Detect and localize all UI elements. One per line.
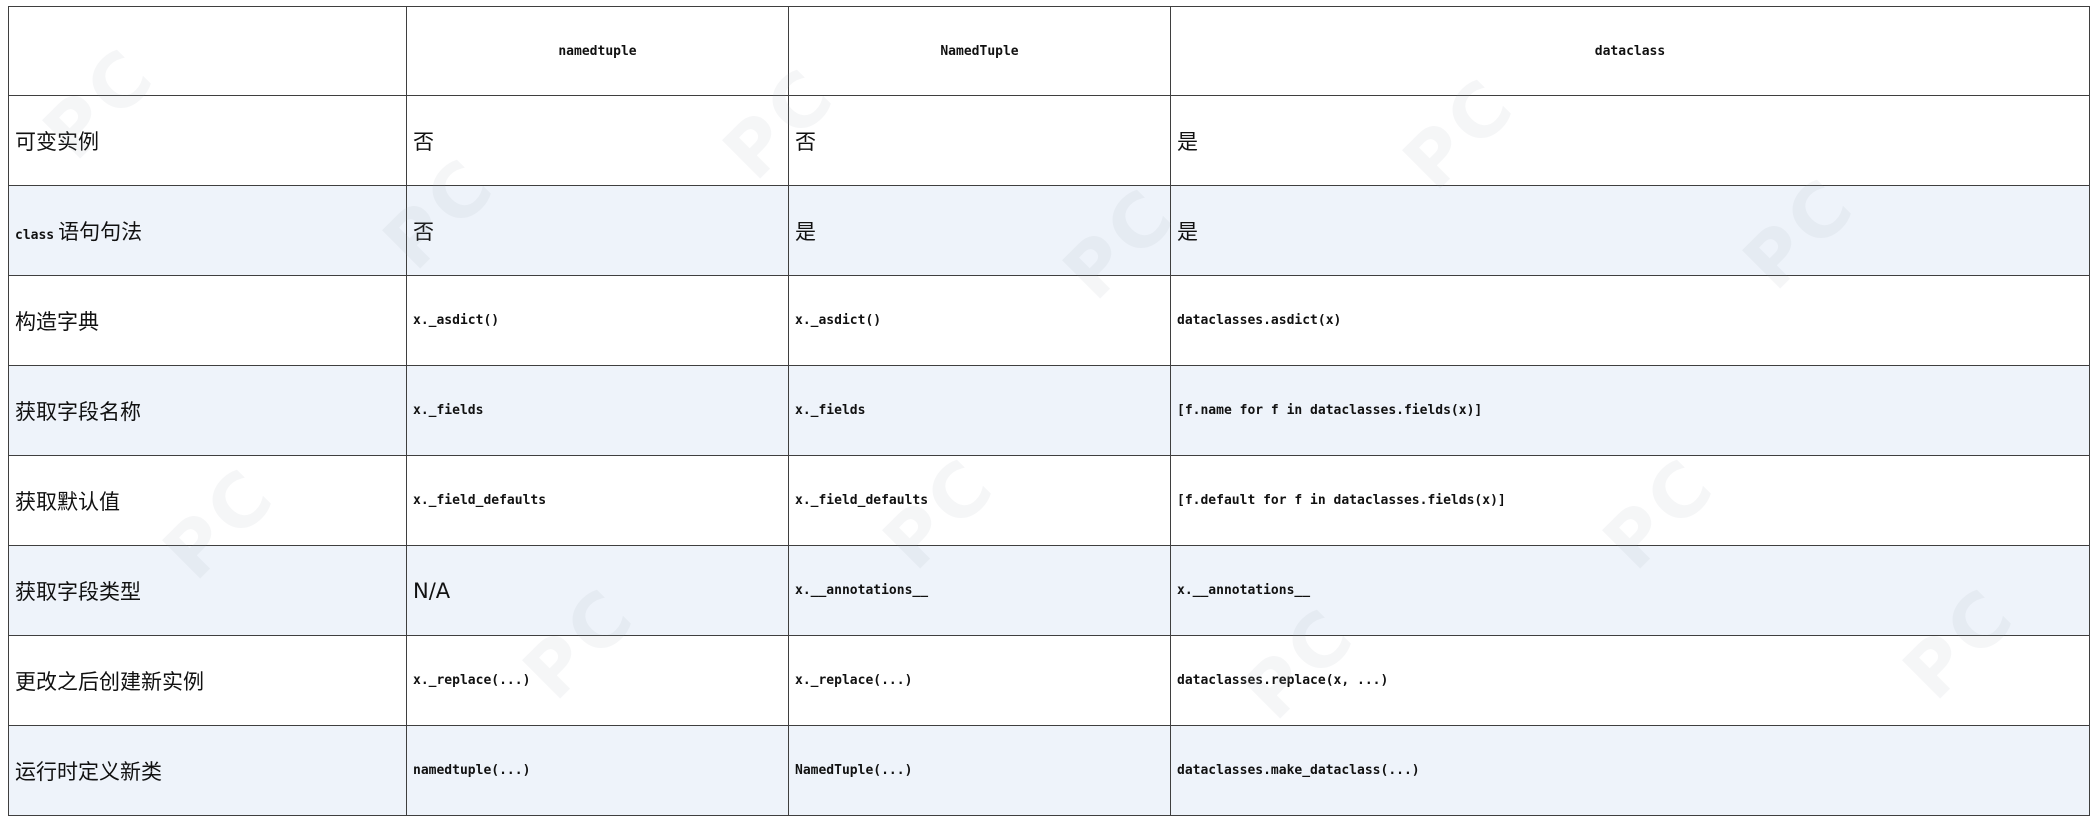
dataclass-cell: 是 (1170, 185, 2090, 276)
header-NamedTuple: NamedTuple (788, 6, 1171, 96)
NamedTuple-cell: x._replace(...) (788, 635, 1171, 726)
feature-text: 语句句法 (58, 219, 143, 244)
NamedTuple-cell: x.__annotations__ (788, 545, 1171, 636)
NamedTuple-cell: NamedTuple(...) (788, 725, 1171, 816)
feature-cell: 获取字段类型 (8, 545, 407, 636)
namedtuple-cell: 否 (406, 95, 789, 186)
feature-code: class (15, 227, 55, 243)
table-row: 获取字段名称 x._fields x._fields [f.name for f… (8, 365, 2090, 456)
dataclass-cell: [f.name for f in dataclasses.fields(x)] (1170, 365, 2090, 456)
namedtuple-cell: x._field_defaults (406, 455, 789, 546)
NamedTuple-cell: 是 (788, 185, 1171, 276)
dataclass-cell: dataclasses.asdict(x) (1170, 275, 2090, 366)
table-row: 构造字典 x._asdict() x._asdict() dataclasses… (8, 275, 2090, 366)
namedtuple-cell: namedtuple(...) (406, 725, 789, 816)
namedtuple-cell: x._asdict() (406, 275, 789, 366)
dataclass-cell: x.__annotations__ (1170, 545, 2090, 636)
NamedTuple-cell: x._asdict() (788, 275, 1171, 366)
table-row: 更改之后创建新实例 x._replace(...) x._replace(...… (8, 635, 2090, 726)
header-row: namedtuple NamedTuple dataclass (8, 6, 2090, 96)
feature-cell: 获取默认值 (8, 455, 407, 546)
header-dataclass: dataclass (1170, 6, 2090, 96)
feature-cell: class 语句句法 (8, 185, 407, 276)
header-corner-cell (8, 6, 407, 96)
namedtuple-cell: N/A (406, 545, 789, 636)
feature-cell: 获取字段名称 (8, 365, 407, 456)
feature-cell: 可变实例 (8, 95, 407, 186)
namedtuple-cell: x._replace(...) (406, 635, 789, 726)
feature-cell: 更改之后创建新实例 (8, 635, 407, 726)
table-row: class 语句句法 否 是 是 (8, 185, 2090, 276)
NamedTuple-cell: x._field_defaults (788, 455, 1171, 546)
comparison-table: namedtuple NamedTuple dataclass 可变实例 否 否… (8, 6, 2090, 816)
dataclass-cell: 是 (1170, 95, 2090, 186)
header-namedtuple: namedtuple (406, 6, 789, 96)
feature-cell: 构造字典 (8, 275, 407, 366)
dataclass-cell: dataclasses.make_dataclass(...) (1170, 725, 2090, 816)
page: namedtuple NamedTuple dataclass 可变实例 否 否… (0, 0, 2090, 834)
namedtuple-cell: x._fields (406, 365, 789, 456)
namedtuple-cell: 否 (406, 185, 789, 276)
NamedTuple-cell: 否 (788, 95, 1171, 186)
table-row: 可变实例 否 否 是 (8, 95, 2090, 186)
table-row: 运行时定义新类 namedtuple(...) NamedTuple(...) … (8, 725, 2090, 816)
table-row: 获取默认值 x._field_defaults x._field_default… (8, 455, 2090, 546)
NamedTuple-cell: x._fields (788, 365, 1171, 456)
dataclass-cell: dataclasses.replace(x, ...) (1170, 635, 2090, 726)
feature-cell: 运行时定义新类 (8, 725, 407, 816)
dataclass-cell: [f.default for f in dataclasses.fields(x… (1170, 455, 2090, 546)
table-row: 获取字段类型 N/A x.__annotations__ x.__annotat… (8, 545, 2090, 636)
